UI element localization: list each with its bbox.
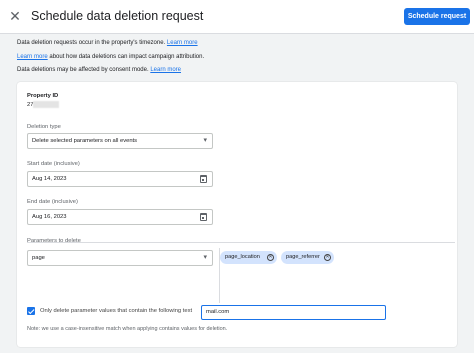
- end-date-label: End date (inclusive): [27, 199, 78, 205]
- parameter-chip[interactable]: page_referrer ✕: [281, 251, 334, 264]
- deletion-type-label: Deletion type: [27, 124, 61, 130]
- consent-info-text: Data deletions may be affected by consen…: [17, 67, 149, 73]
- schedule-request-button[interactable]: Schedule request: [404, 8, 470, 25]
- deletion-form-card: Property ID 27 Deletion type Delete sele…: [17, 82, 457, 347]
- start-date-value: Aug 14, 2023: [32, 176, 67, 182]
- page-title: Schedule data deletion request: [31, 9, 204, 23]
- case-insensitive-note: Note: we use a case-insensitive match wh…: [27, 326, 228, 332]
- parameter-chip-label: page_referrer: [286, 254, 320, 260]
- calendar-icon[interactable]: [200, 175, 207, 183]
- only-delete-label: Only delete parameter values that contai…: [40, 308, 193, 314]
- end-date-value: Aug 16, 2023: [32, 214, 67, 220]
- property-id-label: Property ID: [27, 93, 59, 99]
- consent-info: Data deletions may be affected by consen…: [17, 67, 181, 73]
- parameters-divider: [27, 242, 455, 243]
- learn-more-attribution-link[interactable]: Learn more: [17, 54, 48, 60]
- parameter-chip-label: page_location: [225, 254, 260, 260]
- parameter-select-value: page: [32, 255, 45, 261]
- learn-more-timezone-link[interactable]: Learn more: [167, 40, 198, 46]
- chevron-down-icon: ▾: [203, 254, 207, 261]
- start-date-label: Start date (inclusive): [27, 161, 80, 167]
- contains-text-value: mail.com: [206, 309, 230, 315]
- only-delete-checkbox[interactable]: [27, 307, 35, 315]
- deletion-type-value: Delete selected parameters on all events: [32, 138, 138, 144]
- parameter-select[interactable]: page ▾: [27, 250, 213, 266]
- dialog-header: ✕ Schedule data deletion request Schedul…: [0, 0, 474, 34]
- deletion-type-select[interactable]: Delete selected parameters on all events…: [27, 133, 213, 149]
- parameter-chip[interactable]: page_location ✕: [220, 251, 277, 264]
- timezone-info-text: Data deletion requests occur in the prop…: [17, 40, 166, 46]
- cancel-circle-icon[interactable]: ✕: [267, 254, 274, 261]
- start-date-field[interactable]: Aug 14, 2023: [27, 171, 213, 187]
- attribution-info: Learn more about how data deletions can …: [17, 54, 204, 60]
- parameters-label: Parameters to delete: [27, 238, 81, 244]
- timezone-info: Data deletion requests occur in the prop…: [17, 40, 198, 46]
- contains-text-input[interactable]: mail.com: [201, 305, 386, 320]
- calendar-icon[interactable]: [200, 213, 207, 221]
- attribution-info-text: about how data deletions can impact camp…: [49, 54, 205, 60]
- chevron-down-icon: ▾: [203, 137, 207, 144]
- learn-more-consent-link[interactable]: Learn more: [150, 67, 181, 73]
- redacted-property-id: [33, 101, 59, 108]
- end-date-field[interactable]: Aug 16, 2023: [27, 209, 213, 225]
- cancel-circle-icon[interactable]: ✕: [324, 254, 331, 261]
- close-icon[interactable]: ✕: [8, 9, 22, 23]
